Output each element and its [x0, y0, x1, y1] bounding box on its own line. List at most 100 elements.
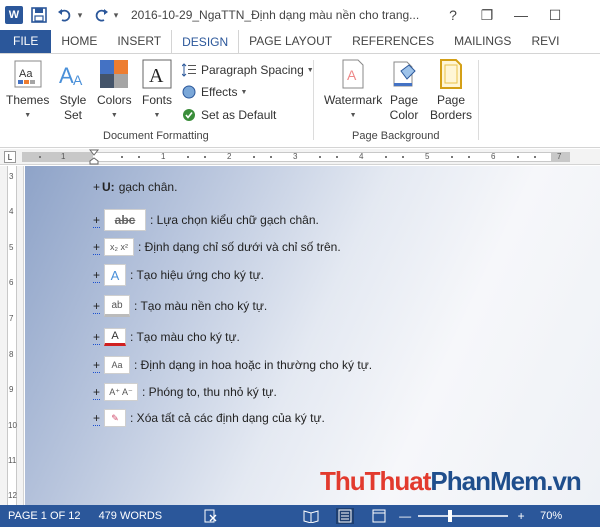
tab-page-layout[interactable]: PAGE LAYOUT — [239, 30, 342, 53]
document-formatting-group-label: Document Formatting — [103, 130, 209, 142]
line-text: : Tạo màu nền cho ký tự. — [134, 299, 268, 313]
highlight-color-button-image: ab — [104, 295, 131, 317]
effects-label: Effects — [201, 85, 238, 99]
text-effects-button-image: A — [104, 264, 127, 286]
svg-text:A: A — [347, 67, 357, 83]
ruler-tick — [385, 156, 387, 158]
fonts-icon: A — [141, 58, 173, 90]
page-color-button[interactable]: Page Color — [388, 58, 420, 123]
undo-dropdown-icon[interactable]: ▾ — [75, 5, 85, 25]
page-borders-label-2: Borders — [430, 108, 473, 122]
tab-mailings[interactable]: MAILINGS — [444, 30, 521, 53]
tab-insert[interactable]: INSERT — [107, 30, 171, 53]
line-text: : Tạo màu cho ký tự. — [130, 330, 240, 344]
vruler-number: 3 — [9, 172, 14, 181]
colors-button[interactable]: Colors ▼ — [97, 58, 132, 123]
checkmark-icon — [181, 107, 197, 123]
tab-home[interactable]: HOME — [51, 30, 107, 53]
style-set-button[interactable]: AA Style Set — [57, 58, 89, 123]
line-bullet: + — [93, 212, 101, 228]
watermark-part: Mem — [490, 466, 547, 496]
minimize-button[interactable]: — — [504, 0, 538, 30]
zoom-level[interactable]: 70% — [540, 510, 562, 522]
tab-references[interactable]: REFERENCES — [342, 30, 444, 53]
page-count[interactable]: PAGE 1 OF 12 — [8, 510, 81, 522]
effects-button[interactable]: Effects ▼ — [181, 84, 247, 100]
tab-review[interactable]: REVI — [521, 30, 569, 53]
line-bullet: + — [93, 180, 101, 194]
help-button[interactable]: ? — [436, 0, 470, 30]
page-borders-label-1: Page — [437, 93, 466, 107]
fonts-button[interactable]: A Fonts ▼ — [141, 58, 173, 123]
indent-marker-icon[interactable] — [89, 149, 99, 165]
watermark-label: Watermark — [324, 93, 383, 107]
line-bullet: + — [93, 357, 101, 373]
set-as-default-button[interactable]: Set as Default — [181, 107, 276, 123]
word-logo-icon[interactable]: W — [5, 6, 23, 24]
proofing-icon[interactable] — [202, 508, 220, 524]
ruler-number: 5 — [425, 152, 430, 161]
document-line: + A⁺ A⁻ : Phóng to, thu nhỏ ký tự. — [93, 383, 277, 401]
ruler-tick — [253, 156, 255, 158]
document-page[interactable]: + U: gạch chân. + abc : Lựa chọn kiểu ch… — [25, 166, 600, 505]
line-bullet: + — [93, 384, 101, 400]
zoom-in-icon[interactable]: + — [512, 508, 530, 524]
zoom-slider[interactable] — [418, 510, 509, 522]
tab-file[interactable]: FILE — [0, 30, 52, 53]
ruler-tick — [468, 156, 470, 158]
horizontal-ruler[interactable]: L 1 1 2 3 4 5 6 7 — [0, 149, 600, 165]
style-set-icon: AA — [57, 58, 89, 90]
svg-text:A: A — [73, 72, 83, 88]
watermark-part: .vn — [546, 466, 582, 496]
underline-style-button-image: abc — [104, 209, 147, 231]
ruler-tick — [187, 156, 189, 158]
paragraph-spacing-icon — [181, 62, 197, 78]
watermark-button[interactable]: A Watermark ▼ — [324, 58, 382, 123]
ruler-tick — [121, 156, 123, 158]
ruler-tick — [204, 156, 206, 158]
ruler-tick — [39, 156, 41, 158]
zoom-slider-thumb[interactable] — [447, 510, 452, 522]
vruler-number: 5 — [9, 243, 14, 252]
themes-button[interactable]: Aa Themes ▼ — [6, 58, 49, 123]
tab-design[interactable]: DESIGN — [171, 30, 240, 53]
vertical-ruler[interactable]: 3 4 5 6 7 8 9 10 11 12 — [0, 166, 24, 505]
tab-selector[interactable]: L — [4, 151, 16, 163]
read-mode-icon[interactable] — [302, 508, 320, 524]
document-title: 2016-10-29_NgaTTN_Định dạng màu nền cho … — [131, 8, 420, 22]
themes-label: Themes — [6, 93, 50, 107]
maximize-button[interactable]: ☐ — [538, 0, 572, 30]
document-line: + abc : Lựa chọn kiểu chữ gạch chân. — [93, 209, 319, 231]
page-borders-button[interactable]: Page Borders — [430, 58, 472, 123]
save-icon[interactable] — [29, 5, 49, 25]
themes-caret-icon: ▼ — [24, 112, 32, 119]
document-line: + U: gạch chân. — [93, 180, 177, 194]
svg-text:A: A — [59, 63, 74, 88]
paragraph-spacing-button[interactable]: Paragraph Spacing ▼ — [181, 62, 314, 78]
underline-label: U: — [102, 180, 115, 194]
colors-icon — [98, 58, 130, 90]
ruler-tick — [138, 156, 140, 158]
document-line: + x₂ x² : Định dạng chỉ số dưới và chỉ s… — [93, 238, 341, 256]
ribbon-display-options-button[interactable]: ❐ — [470, 0, 504, 30]
fonts-label: Fonts — [141, 93, 172, 107]
subscript-superscript-button-image: x₂ x² — [104, 238, 135, 256]
ruler-number: 6 — [491, 152, 496, 161]
print-layout-icon[interactable] — [336, 508, 355, 524]
zoom-out-icon[interactable]: — — [396, 508, 414, 524]
web-layout-icon[interactable] — [370, 508, 388, 524]
vruler-number: 10 — [8, 421, 17, 430]
customize-quick-access-icon[interactable]: ▾ — [111, 5, 121, 25]
word-count[interactable]: 479 WORDS — [99, 510, 163, 522]
redo-icon[interactable] — [91, 5, 111, 25]
ruler-number: 1 — [61, 152, 66, 161]
vruler-number: 6 — [9, 278, 14, 287]
watermark-part: Thuat — [364, 466, 432, 496]
watermark-part: Phan — [430, 466, 491, 496]
document-line: + Aa : Định dạng in hoa hoặc in thường c… — [93, 356, 372, 374]
ribbon: Aa Themes ▼ AA Style Set Colors ▼ A Font… — [0, 54, 600, 148]
page-color-label-1: Page — [389, 93, 419, 107]
ruler-number: 7 — [557, 152, 562, 161]
undo-icon[interactable] — [55, 5, 75, 25]
effects-icon — [181, 84, 197, 100]
